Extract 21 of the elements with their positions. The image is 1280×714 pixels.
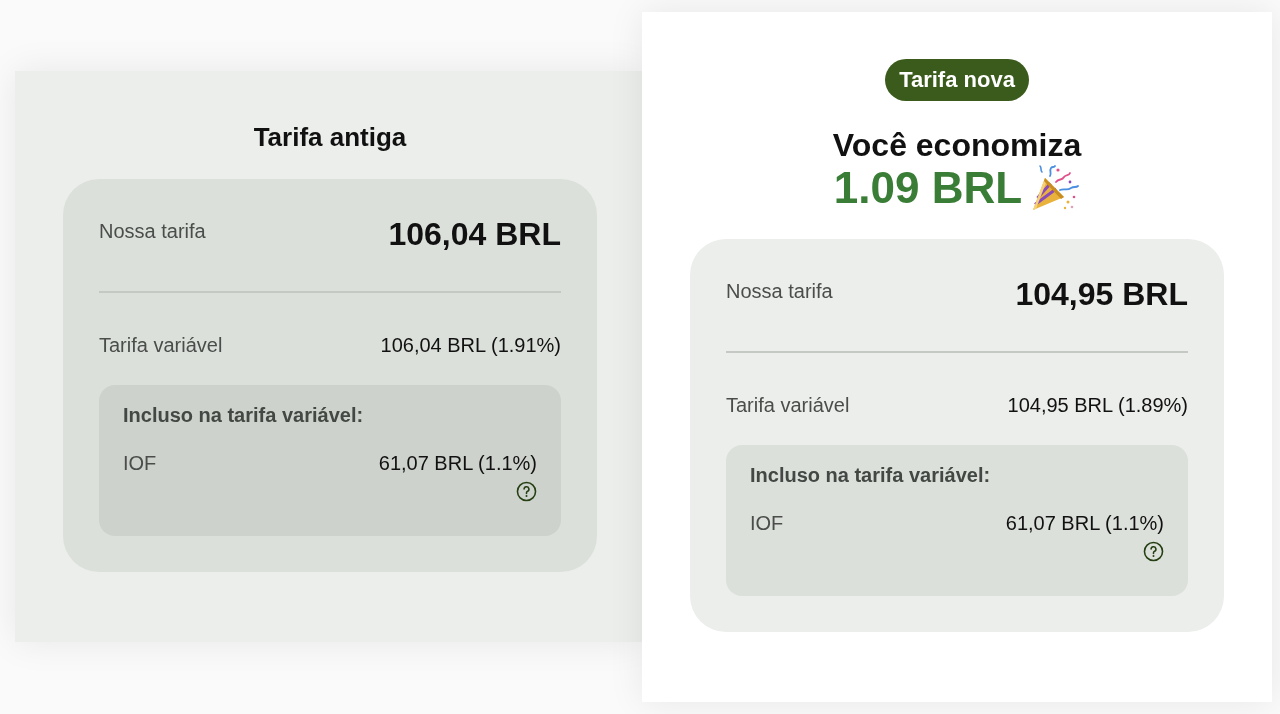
fee-amount: 104,95 BRL <box>1015 275 1188 313</box>
help-icon[interactable] <box>516 481 537 502</box>
fee-label: IOF <box>123 451 157 475</box>
fee-amount: 106,04 BRL (1.91%) <box>380 333 561 357</box>
fee-label: Nossa tarifa <box>99 219 206 243</box>
fee-amount: 104,95 BRL (1.89%) <box>1007 393 1188 417</box>
fee-label: Tarifa variável <box>99 333 223 357</box>
new-fee-badge: Tarifa nova <box>885 59 1029 101</box>
fee-amount: 61,07 BRL (1.1%) <box>1005 511 1164 535</box>
fee-label: Nossa tarifa <box>726 279 833 303</box>
savings-amount: 1.09 BRL <box>833 164 1023 212</box>
savings-headline: Você economiza <box>832 126 1082 164</box>
fee-label: IOF <box>750 511 784 535</box>
fee-amount: 106,04 BRL <box>388 215 561 253</box>
fee-amount: 61,07 BRL (1.1%) <box>378 451 537 475</box>
party-popper-icon <box>1030 164 1081 212</box>
included-fees-heading: Incluso na tarifa variável: <box>750 463 992 487</box>
included-fees-heading: Incluso na tarifa variável: <box>123 403 365 427</box>
panel-title: Tarifa antiga <box>253 121 407 153</box>
help-icon[interactable] <box>1143 541 1164 562</box>
fee-label: Tarifa variável <box>726 393 850 417</box>
